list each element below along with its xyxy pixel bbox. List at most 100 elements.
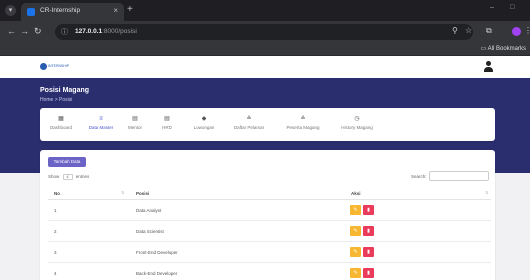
close-icon[interactable]: × xyxy=(113,6,118,15)
edit-button[interactable]: ✎ xyxy=(350,268,361,278)
menu-item-label: Data Master xyxy=(88,125,114,130)
delete-button[interactable]: ▮ xyxy=(363,205,374,215)
app-top-nav: INTERNSHIP xyxy=(0,56,530,78)
menu-item-label: Mentor xyxy=(127,125,142,130)
plus-icon[interactable]: + xyxy=(127,4,133,15)
site-info-icon[interactable]: ⓘ xyxy=(61,27,68,37)
entries-label: entries xyxy=(75,174,90,180)
breadcrumb[interactable]: Home > Posisi xyxy=(40,97,72,103)
data-card: Tambah Data Show 4 entries Search: No ⇅ … xyxy=(40,150,495,280)
forward-icon[interactable]: → xyxy=(20,26,29,36)
logo-mark xyxy=(40,63,47,70)
pencil-icon: ✎ xyxy=(353,207,358,213)
menu-item-data-master[interactable]: ≡ Data Master xyxy=(87,115,115,130)
row-posisi: Front-End Developer xyxy=(136,250,178,255)
menu-item-dashboard[interactable]: ▦ Dashboard xyxy=(48,115,74,130)
menu-icon[interactable]: ▾ xyxy=(5,5,16,16)
menu-item-label: Dashboard xyxy=(49,125,72,130)
key-icon[interactable]: ⚲ xyxy=(452,26,458,35)
address-bar: ← → ↻ ⓘ 127.0.0.1:8000/posisi ⚲ ☆ ⧉ ⋮ xyxy=(0,21,530,43)
row-actions: ✎ ▮ xyxy=(350,268,375,278)
column-header-no[interactable]: No xyxy=(54,191,60,196)
add-data-button[interactable]: Tambah Data xyxy=(48,157,86,167)
extensions-icon[interactable]: ⧉ xyxy=(486,26,492,36)
maximize-icon[interactable]: □ xyxy=(510,4,514,11)
show-label: Show xyxy=(48,174,60,180)
row-actions: ✎ ▮ xyxy=(350,247,375,257)
row-number: 4 xyxy=(54,271,57,276)
page-title: Posisi Magang xyxy=(40,87,90,94)
table-header: No ⇅ Posisi Aksi ⇅ xyxy=(48,188,491,200)
delete-button[interactable]: ▮ xyxy=(363,268,374,278)
row-number: 1 xyxy=(54,208,57,213)
url-input[interactable]: ⓘ 127.0.0.1:8000/posisi xyxy=(55,24,473,40)
search-label: Search: xyxy=(411,174,427,179)
star-icon[interactable]: ☆ xyxy=(465,26,472,35)
tab-title: CR-Internship xyxy=(40,7,81,14)
row-posisi: Data Analyst xyxy=(136,208,162,213)
menu-item-mentor[interactable]: ▤ Mentor xyxy=(123,115,147,130)
row-posisi: Back-End Developer xyxy=(136,271,178,276)
row-posisi: Data Scientist xyxy=(136,229,164,234)
url-path: :8000/posisi xyxy=(102,28,137,35)
pencil-icon: ✎ xyxy=(353,270,358,276)
url-host: 127.0.0.1 xyxy=(75,28,103,35)
profile-icon[interactable] xyxy=(512,27,521,36)
trash-icon: ▮ xyxy=(367,207,370,213)
table-row: 1 Data Analyst ✎ ▮ xyxy=(48,200,491,221)
dashboard-icon: ▦ xyxy=(58,116,64,122)
minimize-icon[interactable]: – xyxy=(490,4,494,11)
all-bookmarks-label: All Bookmarks xyxy=(487,46,526,52)
menu-item-lowongan[interactable]: ◆ Lowongan xyxy=(190,115,218,130)
bookmarks-bar: ▭ All Bookmarks xyxy=(0,43,530,56)
table-row: 3 Front-End Developer ✎ ▮ xyxy=(48,242,491,263)
menu-item-label: HRD xyxy=(162,125,172,130)
all-bookmarks[interactable]: ▭ All Bookmarks xyxy=(481,45,526,52)
menu-item-daftar-pelamar[interactable]: ≗ Daftar Pelamar xyxy=(230,115,268,130)
edit-button[interactable]: ✎ xyxy=(350,205,361,215)
favicon-icon xyxy=(27,8,35,16)
menu-item-peserta-magang[interactable]: ≗ Peserta Magang xyxy=(283,115,323,130)
kebab-icon[interactable]: ⋮ xyxy=(524,26,530,35)
url-text: 127.0.0.1:8000/posisi xyxy=(75,28,137,35)
column-header-posisi[interactable]: Posisi xyxy=(136,191,149,196)
sort-icon[interactable]: ⇅ xyxy=(485,190,488,195)
trash-icon: ▮ xyxy=(367,270,370,276)
hrd-icon: ▤ xyxy=(164,116,170,122)
edit-button[interactable]: ✎ xyxy=(350,226,361,236)
browser-tab[interactable]: CR-Internship × xyxy=(21,3,124,21)
participants-icon: ≗ xyxy=(300,116,306,122)
trash-icon: ▮ xyxy=(367,249,370,255)
row-actions: ✎ ▮ xyxy=(350,226,375,236)
trash-icon: ▮ xyxy=(367,228,370,234)
history-icon: ◷ xyxy=(354,116,360,122)
menu-item-hrd[interactable]: ▤ HRD xyxy=(157,115,177,130)
menu-item-label: Peserta Magang xyxy=(286,125,320,130)
logo-text: INTERNSHIP xyxy=(48,64,70,68)
delete-button[interactable]: ▮ xyxy=(363,247,374,257)
column-header-aksi[interactable]: Aksi xyxy=(351,191,361,196)
row-actions: ✎ ▮ xyxy=(350,205,375,215)
user-icon[interactable] xyxy=(484,61,493,73)
mentor-icon: ▤ xyxy=(132,116,138,122)
reload-icon[interactable]: ↻ xyxy=(34,26,42,37)
entries-select[interactable]: 4 xyxy=(62,174,73,180)
folder-icon: ▭ xyxy=(480,46,487,52)
menu-item-label: Daftar Pelamar xyxy=(233,125,265,130)
entries-length: Show 4 entries xyxy=(48,174,89,180)
logo[interactable]: INTERNSHIP xyxy=(40,62,69,72)
pencil-icon: ✎ xyxy=(353,228,358,234)
job-icon: ◆ xyxy=(201,116,207,122)
edit-button[interactable]: ✎ xyxy=(350,247,361,257)
menu-item-history-magang[interactable]: ◷ History Magang xyxy=(337,115,377,130)
pencil-icon: ✎ xyxy=(353,249,358,255)
list-icon: ≡ xyxy=(99,116,103,122)
browser-tab-bar: ▾ CR-Internship × + – □ xyxy=(0,0,530,21)
row-number: 2 xyxy=(54,229,57,234)
applicants-icon: ≗ xyxy=(246,116,252,122)
menu-item-label: History Magang xyxy=(341,125,373,130)
back-icon[interactable]: ← xyxy=(7,26,16,36)
sort-icon[interactable]: ⇅ xyxy=(121,190,124,195)
search-input[interactable] xyxy=(429,171,489,181)
delete-button[interactable]: ▮ xyxy=(363,226,374,236)
